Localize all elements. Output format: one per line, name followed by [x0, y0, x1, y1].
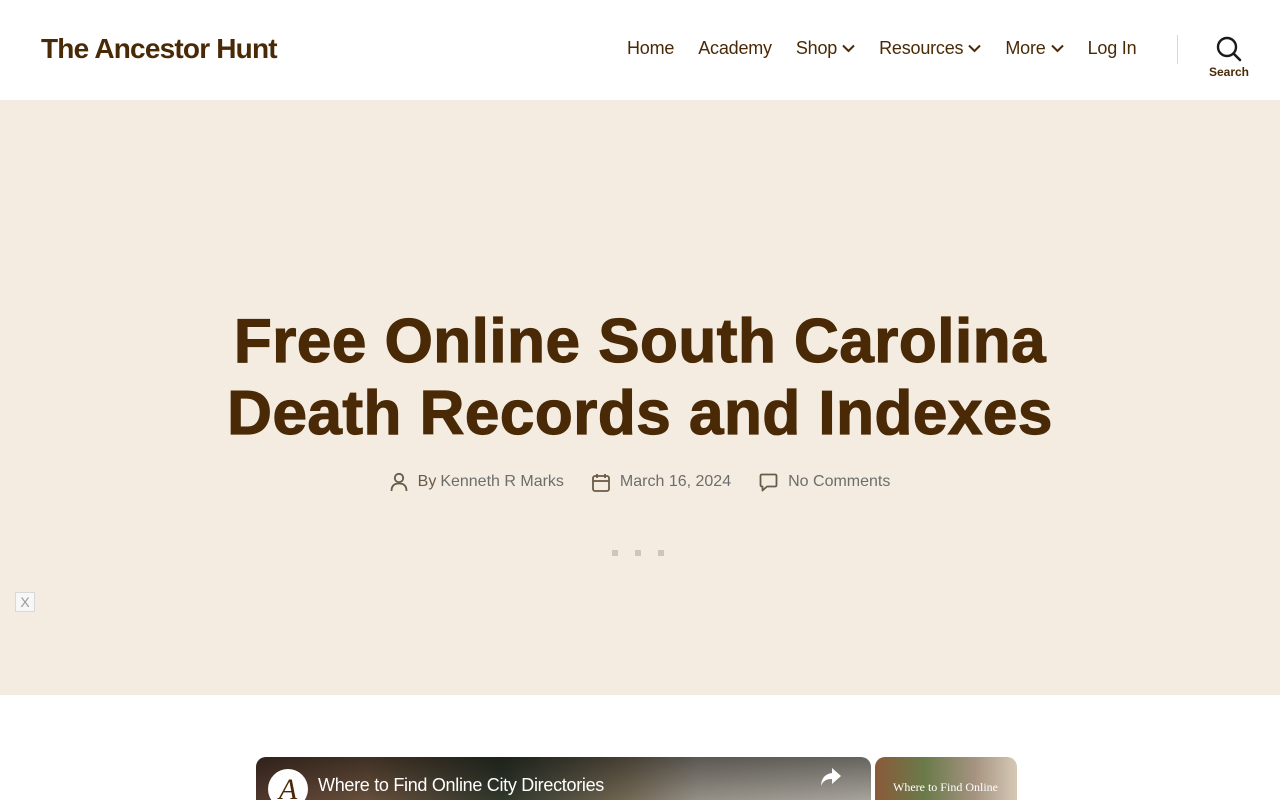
video-player: A Where to Find Online City Directories …: [256, 757, 1017, 800]
chevron-down-icon[interactable]: [842, 44, 855, 53]
primary-nav: Home Academy Shop Resources More Log In: [627, 38, 1160, 59]
comments-link[interactable]: No Comments: [788, 473, 890, 491]
nav-item-label: Home: [627, 38, 675, 58]
nav-divider: [1177, 35, 1178, 64]
video-title[interactable]: Where to Find Online City Directories: [318, 775, 604, 796]
search-icon: [1216, 36, 1242, 62]
nav-item-academy[interactable]: Academy: [698, 38, 772, 59]
loading-dot: [658, 550, 664, 556]
nav-item-home[interactable]: Home: [627, 38, 674, 59]
post-author: By Kenneth R Marks: [390, 472, 564, 492]
author-prefix: By: [417, 473, 437, 490]
post-meta: By Kenneth R Marks March 16, 2024 No Com…: [0, 472, 1280, 492]
nav-item-more[interactable]: More: [1005, 38, 1064, 59]
chevron-down-icon[interactable]: [968, 44, 982, 53]
video-main[interactable]: A Where to Find Online City Directories: [256, 757, 871, 800]
date-link[interactable]: March 16, 2024: [620, 473, 731, 491]
comment-icon: [759, 473, 778, 491]
post-date: March 16, 2024: [592, 473, 731, 492]
ad-close-button[interactable]: X: [15, 592, 35, 612]
page-title: Free Online South Carolina Death Records…: [140, 306, 1140, 450]
nav-item-label: Academy: [698, 38, 772, 58]
video-next-title: Where to Find Online: [893, 780, 998, 794]
nav-item-label: Resources: [879, 38, 964, 58]
nav-item-label: Log In: [1087, 38, 1137, 58]
entry-header: Free Online South Carolina Death Records…: [0, 100, 1280, 695]
loading-indicator: [612, 550, 681, 556]
loading-dot: [635, 550, 641, 556]
share-icon[interactable]: [819, 766, 843, 788]
search-label: Search: [1208, 65, 1250, 79]
nav-item-label: Shop: [795, 38, 838, 58]
nav-item-resources[interactable]: Resources: [879, 38, 982, 59]
post-comments: No Comments: [759, 473, 890, 492]
nav-item-log-in[interactable]: Log In: [1088, 38, 1137, 59]
nav-item-shop[interactable]: Shop: [796, 38, 855, 59]
site-header: The Ancestor Hunt Home Academy Shop Reso…: [0, 0, 1280, 100]
person-icon: [390, 472, 408, 492]
search-button[interactable]: Search: [1204, 36, 1254, 79]
calendar-icon: [592, 473, 610, 492]
nav-item-label: More: [1005, 38, 1046, 58]
loading-dot: [612, 550, 618, 556]
page-title-line-1: Free Online South Carolina: [233, 306, 1047, 376]
chevron-down-icon[interactable]: [1050, 44, 1064, 53]
author-link[interactable]: Kenneth R Marks: [440, 473, 564, 491]
video-next-thumbnail[interactable]: Where to Find Online: [875, 757, 1017, 800]
page-title-line-2: Death Records and Indexes: [227, 378, 1053, 448]
site-title-link[interactable]: The Ancestor Hunt: [41, 33, 278, 65]
